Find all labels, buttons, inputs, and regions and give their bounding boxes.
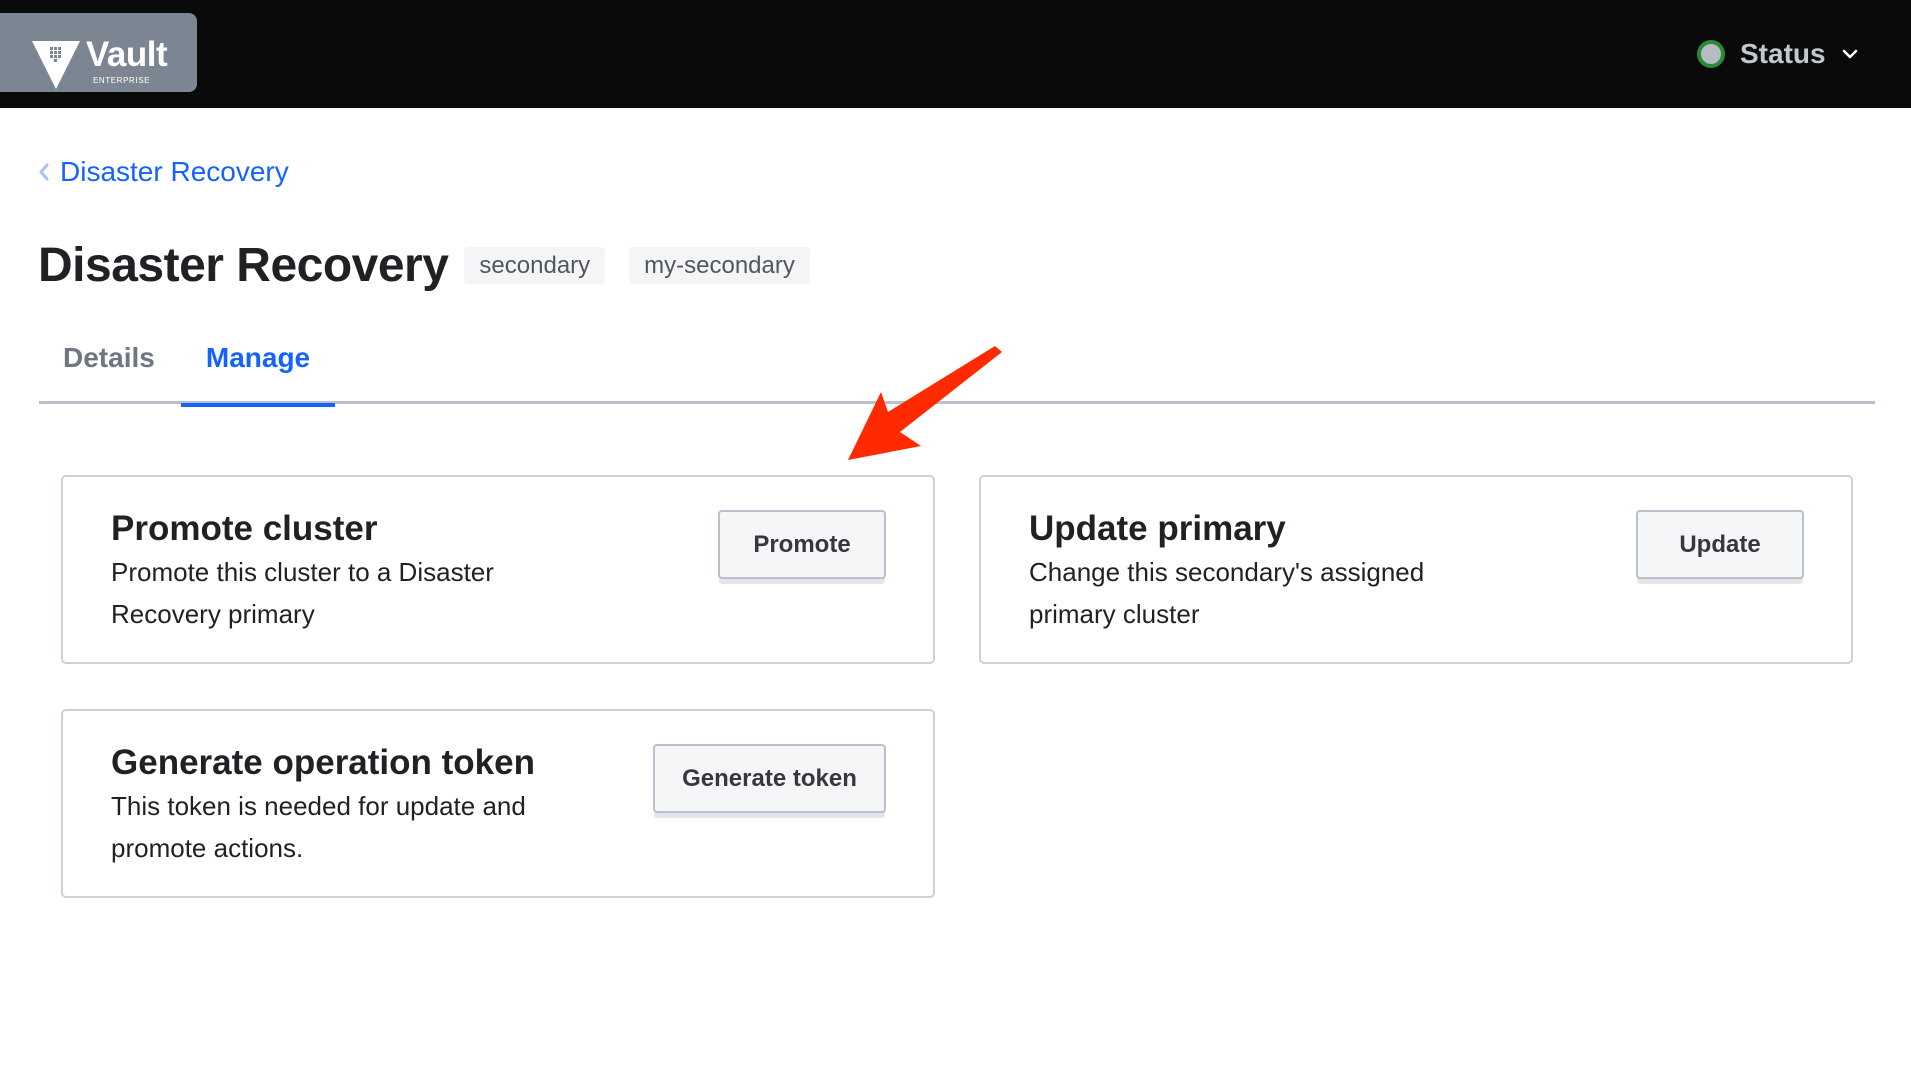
generate-token-button[interactable]: Generate token <box>653 744 886 813</box>
breadcrumb-label: Disaster Recovery <box>60 156 289 187</box>
status-menu-toggle[interactable]: Status <box>1697 34 1858 74</box>
vault-triangle-icon <box>32 41 80 89</box>
card-title: Update primary <box>1029 509 1286 548</box>
card-title: Promote cluster <box>111 509 378 548</box>
breadcrumb-link[interactable]: Disaster Recovery <box>38 156 289 188</box>
logo-wordmark: Vault <box>86 35 168 74</box>
status-label: Status <box>1740 38 1826 69</box>
replication-mode-badge: secondary <box>464 247 606 284</box>
tab-details[interactable]: Details <box>63 342 155 404</box>
promote-cluster-card: Promote cluster Promote this cluster to … <box>61 475 935 664</box>
update-button[interactable]: Update <box>1636 510 1804 579</box>
page-header: Disaster Recovery secondary my-secondary <box>38 238 810 293</box>
status-indicator-icon <box>1697 40 1725 68</box>
card-description: Change this secondary's assigned primary… <box>1029 557 1425 629</box>
cluster-id-badge: my-secondary <box>629 247 810 284</box>
generate-token-card: Generate operation token This token is n… <box>61 709 935 898</box>
card-title: Generate operation token <box>111 743 535 782</box>
page-title: Disaster Recovery <box>38 239 449 292</box>
chevron-down-icon <box>1842 49 1857 59</box>
chevron-left-icon <box>39 163 49 181</box>
tab-bar: Details Manage <box>39 330 1875 407</box>
vault-logo-link[interactable]: Vault ENTERPRISE <box>0 13 197 92</box>
logo-edition: ENTERPRISE <box>93 76 151 85</box>
update-primary-card: Update primary Change this secondary's a… <box>979 475 1853 664</box>
card-description: This token is needed for update and prom… <box>111 791 526 863</box>
top-navigation-bar: Vault ENTERPRISE Status <box>0 0 1911 108</box>
tab-manage[interactable]: Manage <box>181 342 335 407</box>
card-description: Promote this cluster to a Disaster Recov… <box>111 557 494 629</box>
promote-button[interactable]: Promote <box>718 510 886 579</box>
